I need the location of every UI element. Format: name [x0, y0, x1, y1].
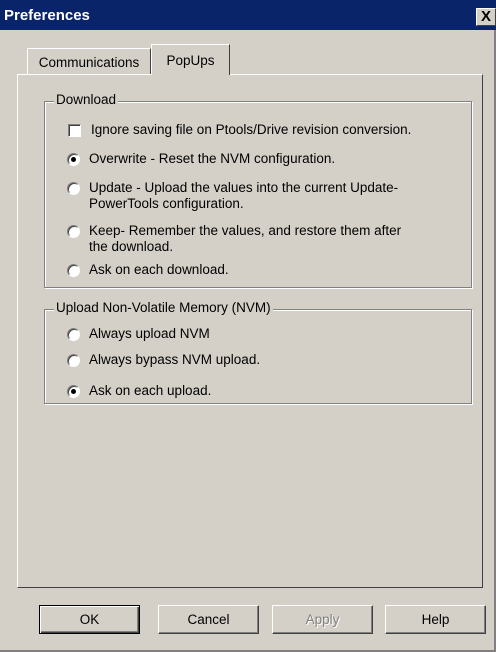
close-icon: X: [481, 8, 492, 25]
tab-panel-join: [152, 73, 228, 76]
close-button[interactable]: X: [476, 8, 496, 26]
apply-button[interactable]: Apply: [272, 605, 373, 634]
window-title: Preferences: [4, 7, 90, 24]
tab-communications[interactable]: Communications: [27, 48, 151, 74]
tab-popups[interactable]: PopUps: [151, 44, 230, 75]
ok-button[interactable]: OK: [39, 605, 140, 634]
tab-label: PopUps: [166, 53, 215, 68]
tab-panel: [17, 74, 483, 588]
cancel-button[interactable]: Cancel: [158, 605, 259, 634]
help-button[interactable]: Help: [385, 605, 486, 634]
tab-label: Communications: [38, 55, 140, 70]
